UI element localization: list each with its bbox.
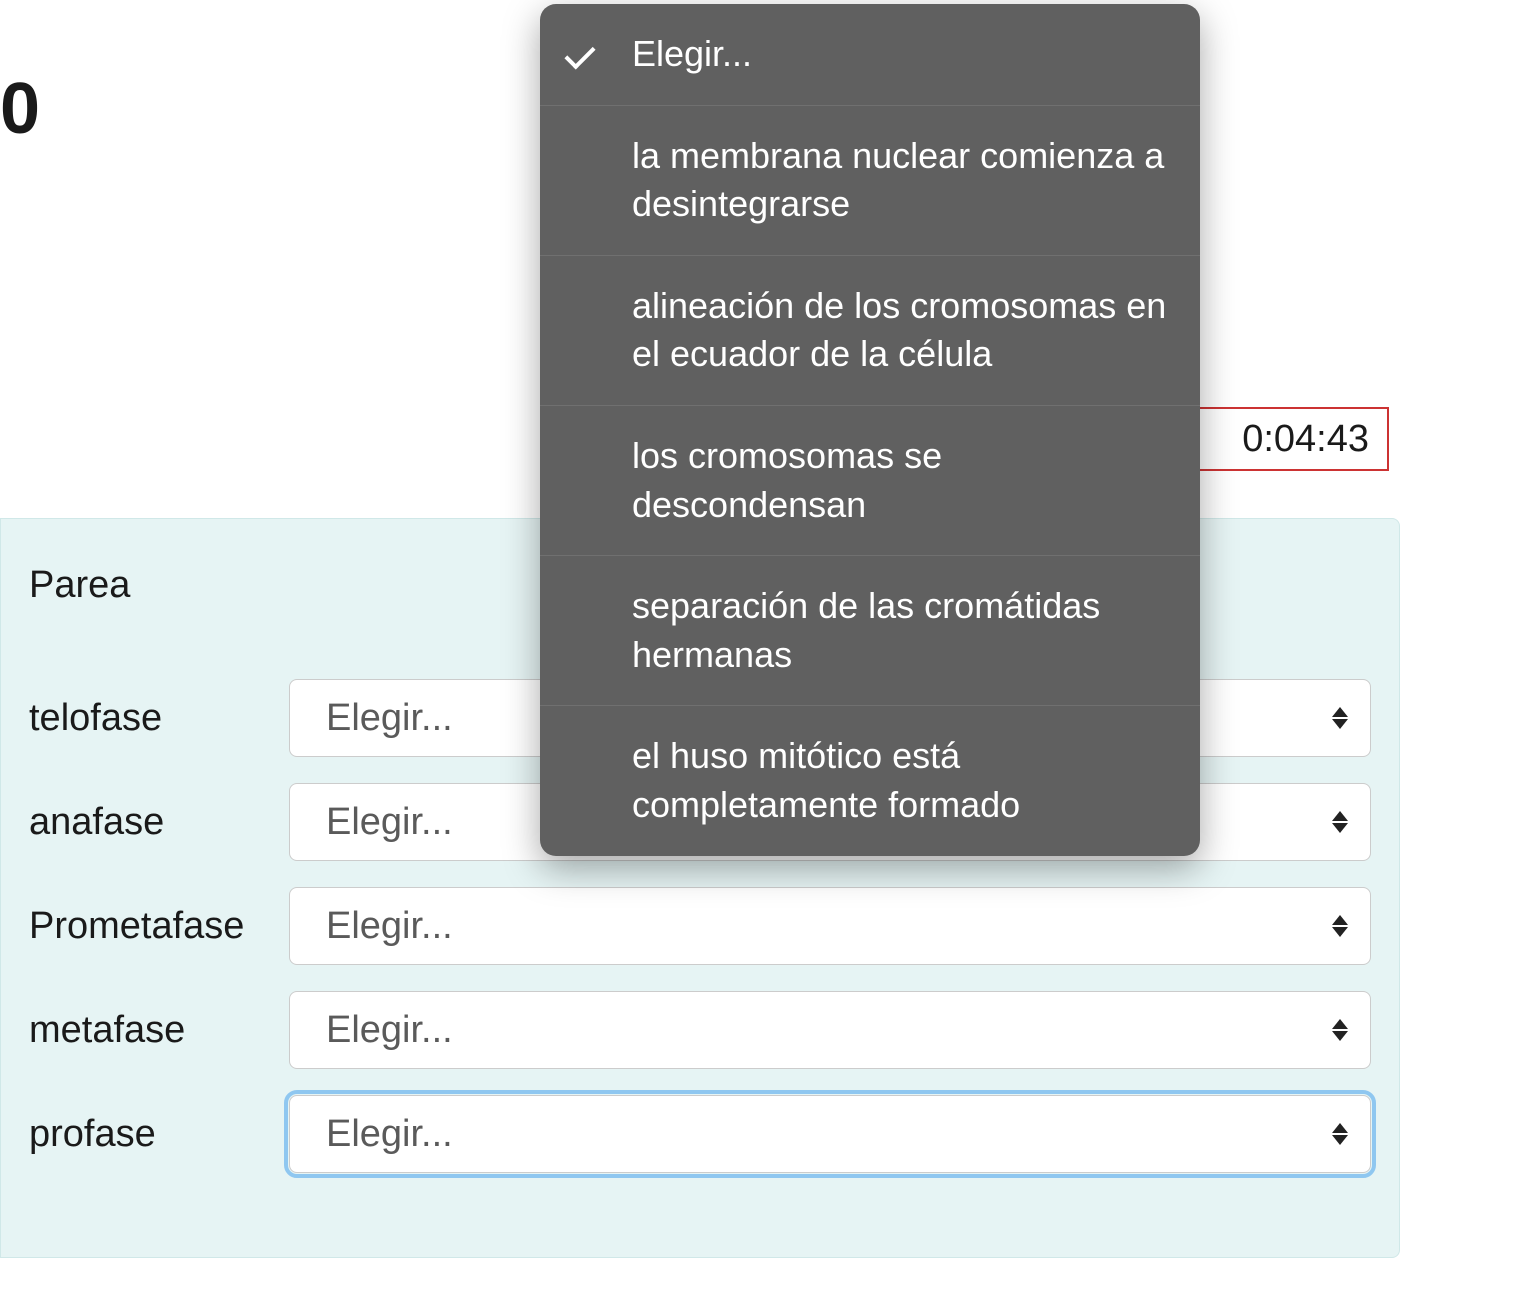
dropdown-option-alineacion[interactable]: alineación de los cromosomas en el ecuad… bbox=[540, 256, 1200, 406]
select-profase[interactable]: Elegir... bbox=[289, 1095, 1371, 1173]
dropdown-option-separacion[interactable]: separación de las cromátidas hermanas bbox=[540, 556, 1200, 706]
timer-box: 0:04:43 bbox=[1189, 407, 1389, 471]
quiz-label: profase bbox=[29, 1113, 289, 1156]
select-placeholder: Elegir... bbox=[326, 697, 453, 740]
select-placeholder: Elegir... bbox=[326, 1113, 453, 1156]
dropdown-option-huso[interactable]: el huso mitótico está completamente form… bbox=[540, 706, 1200, 855]
select-caret-icon bbox=[1332, 811, 1348, 833]
select-caret-icon bbox=[1332, 915, 1348, 937]
select-placeholder: Elegir... bbox=[326, 1009, 453, 1052]
dropdown-menu: Elegir... la membrana nuclear comienza a… bbox=[540, 4, 1200, 856]
select-placeholder: Elegir... bbox=[326, 801, 453, 844]
select-placeholder: Elegir... bbox=[326, 905, 453, 948]
quiz-row-prometafase: Prometafase Elegir... bbox=[29, 887, 1371, 965]
quiz-label: metafase bbox=[29, 1009, 289, 1052]
quiz-row-profase: profase Elegir... bbox=[29, 1095, 1371, 1173]
select-caret-icon bbox=[1332, 1123, 1348, 1145]
select-metafase[interactable]: Elegir... bbox=[289, 991, 1371, 1069]
select-caret-icon bbox=[1332, 707, 1348, 729]
select-prometafase[interactable]: Elegir... bbox=[289, 887, 1371, 965]
dropdown-option-membrana[interactable]: la membrana nuclear comienza a desintegr… bbox=[540, 106, 1200, 256]
select-caret-icon bbox=[1332, 1019, 1348, 1041]
quiz-label: telofase bbox=[29, 697, 289, 740]
timer-value: 0:04:43 bbox=[1242, 418, 1369, 461]
quiz-label: Prometafase bbox=[29, 905, 289, 948]
dropdown-option-descondensan[interactable]: los cromosomas se descondensan bbox=[540, 406, 1200, 556]
quiz-row-metafase: metafase Elegir... bbox=[29, 991, 1371, 1069]
dropdown-option-placeholder[interactable]: Elegir... bbox=[540, 4, 1200, 106]
header-zero: 0 bbox=[0, 68, 40, 150]
quiz-label: anafase bbox=[29, 801, 289, 844]
